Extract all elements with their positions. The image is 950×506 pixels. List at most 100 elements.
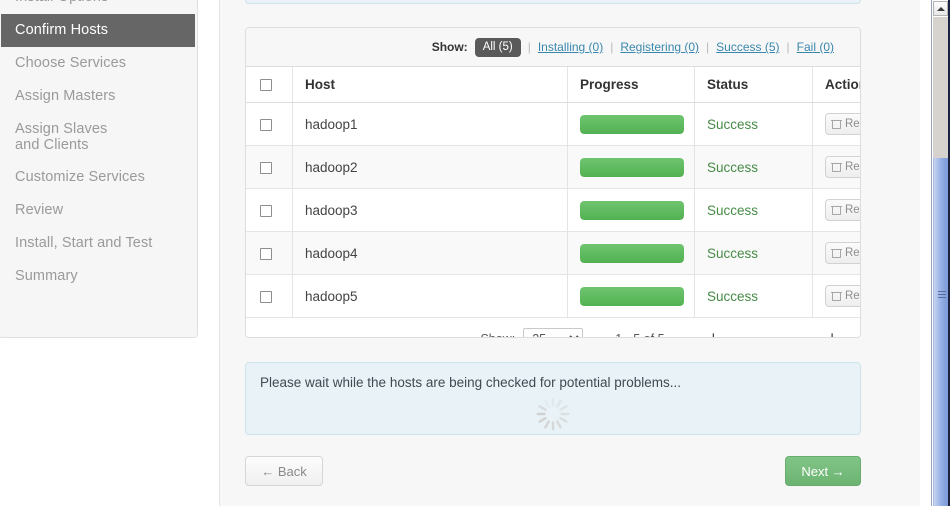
status-badge: Success — [707, 116, 759, 132]
remove-button[interactable]: Remove — [825, 242, 860, 264]
progress-bar-fill — [580, 114, 684, 134]
trash-icon — [831, 162, 842, 172]
pagination-range: 1 - 5 of 5 — [615, 332, 664, 338]
first-page-icon[interactable]: ❘← — [708, 332, 734, 338]
row-checkbox[interactable] — [260, 247, 272, 260]
next-button[interactable]: Next → — [785, 456, 861, 486]
row-select-cell — [246, 188, 293, 232]
status-cell: Success — [694, 231, 813, 275]
progress-bar-fill — [580, 200, 684, 220]
action-cell: Remove — [812, 102, 860, 146]
progress-bar-fill — [580, 286, 684, 306]
host-name: hadoop1 — [292, 102, 568, 146]
status-badge: Success — [707, 202, 759, 218]
scrollbar-thumb[interactable] — [933, 158, 948, 506]
page-size-select[interactable]: 25 — [523, 328, 584, 337]
status-cell: Success — [694, 274, 813, 318]
wait-message: Please wait while the hosts are being ch… — [260, 375, 681, 390]
host-name: hadoop4 — [292, 231, 568, 275]
table-header-row: Host Progress Status Action — [246, 67, 860, 103]
row-checkbox[interactable] — [260, 161, 272, 174]
table-row: hadoop4 Success Remove — [246, 231, 860, 275]
sidebar-item-choose-services[interactable]: Choose Services — [0, 47, 197, 80]
sidebar-item-summary[interactable]: Summary — [0, 260, 197, 293]
sidebar-item-confirm-hosts[interactable]: Confirm Hosts — [1, 14, 195, 47]
column-header-status[interactable]: Status — [694, 67, 813, 103]
remove-button-label: Remove — [845, 247, 860, 259]
status-filter-bar: Show: All (5) | Installing (0) | Registe… — [246, 28, 860, 67]
status-cell: Success — [694, 188, 813, 232]
filter-separator-3: | — [706, 40, 710, 54]
sidebar-item-install-options[interactable]: Install Options — [0, 0, 197, 14]
pagination-bar: Show: 25 1 - 5 of 5 ❘← ← → →❘ — [246, 318, 860, 338]
row-select-cell — [246, 145, 293, 189]
filter-all[interactable]: All (5) — [474, 37, 521, 57]
back-button[interactable]: ← Back — [245, 456, 323, 486]
column-header-progress[interactable]: Progress — [567, 67, 695, 103]
scrollbar-column — [931, 0, 948, 506]
filter-installing[interactable]: Installing (0) — [538, 40, 603, 54]
select-all-checkbox[interactable] — [260, 79, 272, 92]
sidebar-item-review[interactable]: Review — [0, 194, 197, 227]
status-badge: Success — [707, 288, 759, 304]
row-checkbox[interactable] — [260, 204, 272, 217]
remove-button[interactable]: Remove — [825, 156, 860, 178]
previous-page-icon[interactable]: ← — [750, 332, 764, 338]
filter-separator-2: | — [610, 40, 614, 54]
sidebar-item-assign-masters[interactable]: Assign Masters — [0, 80, 197, 113]
table-row: hadoop3 Success Remove — [246, 188, 860, 232]
progress-cell — [567, 188, 695, 232]
upper-info-panel-partial — [245, 0, 861, 4]
row-checkbox[interactable] — [260, 118, 272, 131]
progress-cell — [567, 145, 695, 189]
host-name: hadoop5 — [292, 274, 568, 318]
scroll-up-arrow-icon[interactable] — [933, 1, 948, 16]
progress-bar-track — [580, 200, 684, 220]
select-all-header — [246, 67, 293, 103]
filter-fail[interactable]: Fail (0) — [797, 40, 834, 54]
loading-spinner-icon — [533, 395, 573, 433]
status-badge: Success — [707, 245, 759, 261]
host-name: hadoop3 — [292, 188, 568, 232]
remove-button[interactable]: Remove — [825, 113, 860, 135]
table-row: hadoop5 Success Remove — [246, 274, 860, 318]
filter-success[interactable]: Success (5) — [716, 40, 779, 54]
remove-button[interactable]: Remove — [825, 285, 860, 307]
sidebar-content-divider — [219, 0, 220, 506]
remove-button-label: Remove — [845, 161, 860, 173]
action-cell: Remove — [812, 188, 860, 232]
trash-icon — [831, 248, 842, 258]
trash-icon — [831, 205, 842, 215]
column-header-action[interactable]: Action — [812, 67, 860, 103]
wait-info-panel: Please wait while the hosts are being ch… — [245, 362, 861, 435]
status-cell: Success — [694, 145, 813, 189]
filter-registering[interactable]: Registering (0) — [620, 40, 699, 54]
row-checkbox[interactable] — [260, 290, 272, 303]
progress-cell — [567, 274, 695, 318]
row-select-cell — [246, 274, 293, 318]
row-select-cell — [246, 231, 293, 275]
next-page-icon[interactable]: → — [781, 332, 795, 338]
host-name: hadoop2 — [292, 145, 568, 189]
vertical-scrollbar[interactable] — [931, 0, 950, 506]
hosts-panel: Show: All (5) | Installing (0) | Registe… — [245, 27, 861, 338]
remove-button[interactable]: Remove — [825, 199, 860, 221]
sidebar-item-customize-services[interactable]: Customize Services — [0, 161, 197, 194]
progress-bar-track — [580, 286, 684, 306]
progress-bar-track — [580, 243, 684, 263]
sidebar-item-install-start-and-test[interactable]: Install, Start and Test — [0, 227, 197, 260]
filter-show-label: Show: — [431, 40, 468, 54]
sidebar-item-assign-slaves-and-clients[interactable]: Assign Slaves and Clients — [0, 113, 125, 161]
column-header-host[interactable]: Host — [292, 67, 568, 103]
scrollbar-track[interactable] — [933, 17, 948, 158]
page-size-label: Show: — [480, 332, 515, 338]
action-cell: Remove — [812, 145, 860, 189]
wizard-sidebar: Install Options Confirm Hosts Choose Ser… — [0, 0, 198, 338]
app-window: Install Options Confirm Hosts Choose Ser… — [0, 0, 950, 506]
last-page-icon[interactable]: →❘ — [812, 332, 838, 338]
progress-cell — [567, 102, 695, 146]
action-cell: Remove — [812, 231, 860, 275]
filter-separator-4: | — [786, 40, 790, 54]
hosts-table: Host Progress Status Action hadoop1 — [246, 67, 860, 318]
remove-button-label: Remove — [845, 204, 860, 216]
